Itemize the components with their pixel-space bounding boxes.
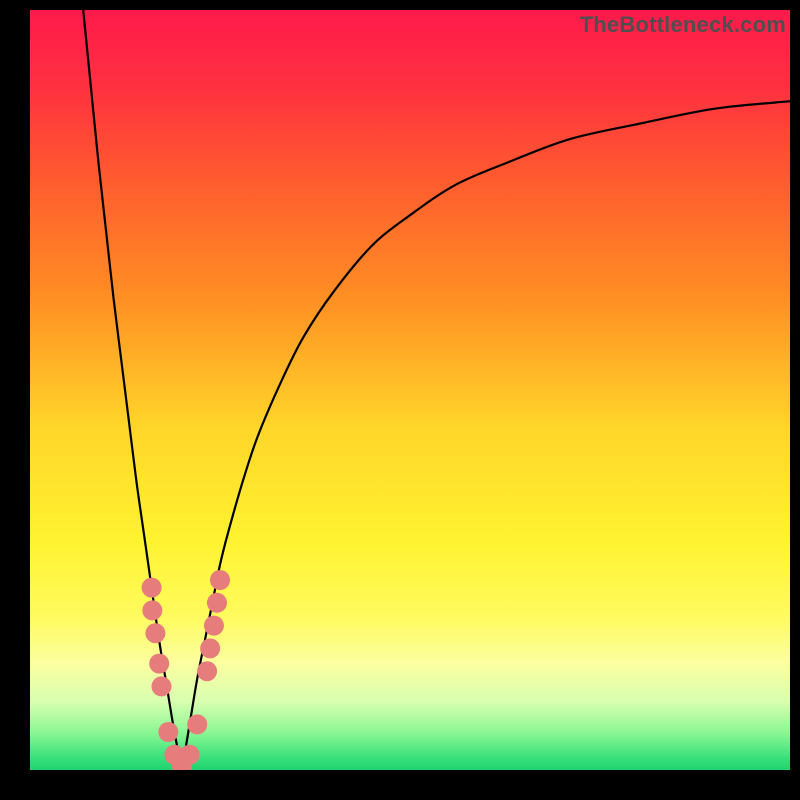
marker-dot [151,676,171,696]
marker-dot [187,714,207,734]
marker-dot [200,638,220,658]
marker-dot [180,745,200,765]
marker-dot [204,616,224,636]
marker-dot [210,570,230,590]
plot-area [30,10,790,770]
marker-dot [149,654,169,674]
marker-dot [158,722,178,742]
marker-dot [207,593,227,613]
gradient-background [30,10,790,770]
watermark-text: TheBottleneck.com [580,12,786,38]
marker-dot [197,661,217,681]
plot-svg [30,10,790,770]
marker-dot [145,623,165,643]
marker-dot [142,600,162,620]
marker-dot [142,578,162,598]
chart-frame: TheBottleneck.com [0,0,800,800]
